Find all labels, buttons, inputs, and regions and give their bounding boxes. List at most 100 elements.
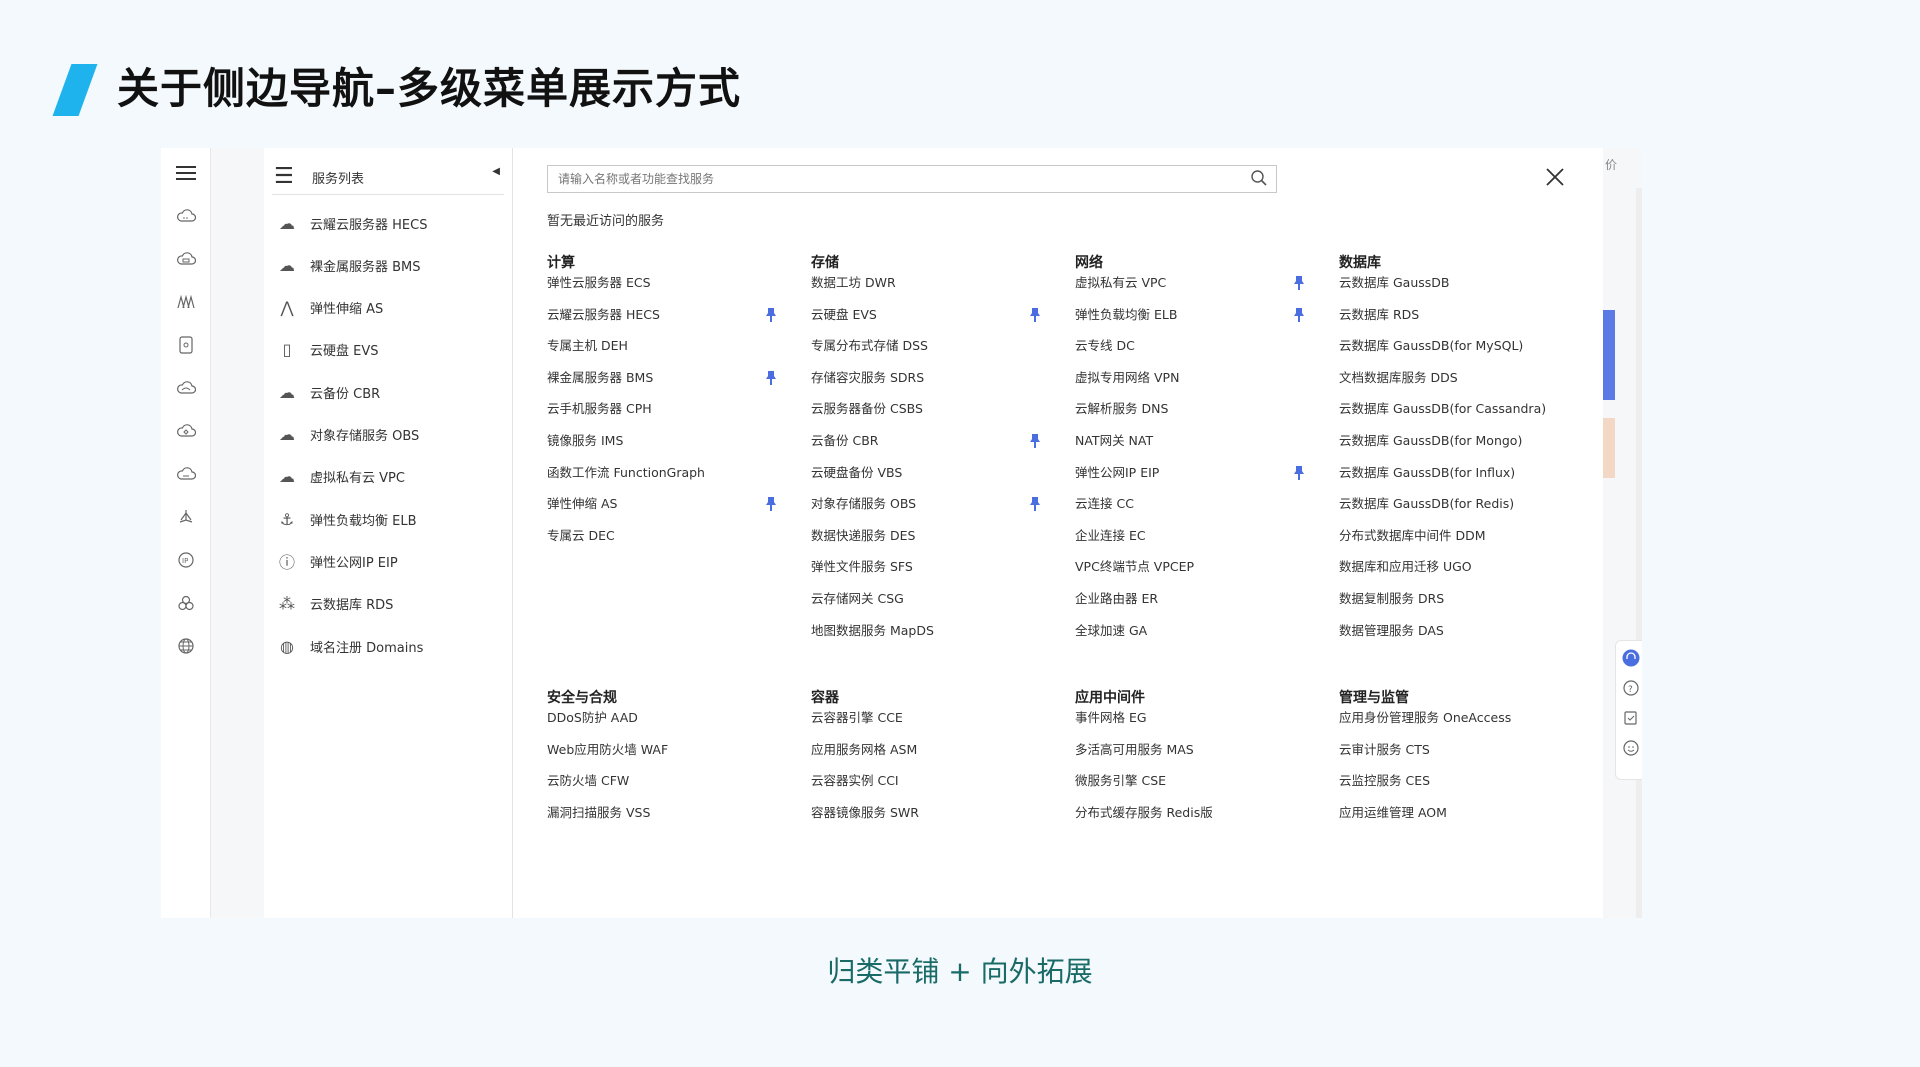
service-link[interactable]: 数据管理服务 DAS [1339,620,1547,652]
service-link[interactable]: 虚拟专用网络 VPN [1075,367,1320,399]
sidenav-item[interactable]: ☁ 云耀云服务器 HECS [272,208,504,238]
service-link[interactable]: 多活高可用服务 MAS [1075,739,1320,771]
service-link[interactable]: 裸金属服务器 BMS [547,367,792,399]
sidenav-item[interactable]: ☁ 云备份 CBR [272,377,504,407]
service-link[interactable]: 云数据库 GaussDB [1339,272,1547,304]
service-link[interactable]: 专属云 DEC [547,525,792,557]
service-link[interactable]: 云数据库 GaussDB(for Influx) [1339,462,1547,494]
service-link[interactable]: 数据快递服务 DES [811,525,1056,557]
globe-icon[interactable] [173,633,199,659]
service-link[interactable]: 云监控服务 CES [1339,770,1547,802]
service-link[interactable]: NAT网关 NAT [1075,430,1320,462]
service-link[interactable]: 应用服务网格 ASM [811,739,1056,771]
service-link[interactable]: 数据复制服务 DRS [1339,588,1547,620]
service-link[interactable]: 云防火墙 CFW [547,770,792,802]
smiley-icon[interactable] [1622,739,1640,757]
service-link[interactable]: 分布式缓存服务 Redis版 [1075,802,1320,834]
sidenav-item[interactable]: ▯ 云硬盘 EVS [272,335,504,365]
service-link[interactable]: VPC终端节点 VPCEP [1075,556,1320,588]
service-link[interactable]: 云连接 CC [1075,493,1320,525]
cloud-server-icon[interactable] [173,203,199,229]
service-link[interactable]: 弹性负载均衡 ELB [1075,304,1320,336]
sidenav-item[interactable]: ◍ 域名注册 Domains [272,631,504,661]
service-link[interactable]: 云备份 CBR [811,430,1056,462]
service-link[interactable]: 应用性能管理 APM [1339,833,1547,836]
service-link[interactable]: 应用身份管理服务 OneAccess [1339,707,1547,739]
service-link[interactable]: 弹性伸缩 AS [547,493,792,525]
service-link[interactable]: 云解析服务 DNS [1075,398,1320,430]
service-link[interactable]: 多云容器平台 MCP [811,833,1056,836]
service-link[interactable]: 云耀云服务器 HECS [547,304,792,336]
service-link[interactable]: 企业连接 EC [1075,525,1320,557]
storage-icon[interactable] [173,418,199,444]
service-link[interactable]: Web应用防火墙 WAF [547,739,792,771]
page-scrollbar[interactable] [1636,188,1642,918]
service-link[interactable]: 漏洞扫描服务 VSS [547,802,792,834]
service-link[interactable]: 专属主机 DEH [547,335,792,367]
backup-icon[interactable] [173,375,199,401]
help-icon[interactable]: ? [1622,679,1640,697]
sidenav-item[interactable]: ⋀ 弹性伸缩 AS [272,293,504,323]
service-link[interactable]: 专属分布式存储 DSS [811,335,1056,367]
service-link[interactable]: 分布式数据库中间件 DDM [1339,525,1547,557]
service-link[interactable]: 分布式缓存服务 Memcached版 [1075,833,1320,836]
service-link[interactable]: 全球加速 GA [1075,620,1320,652]
service-search[interactable] [547,165,1277,193]
service-link[interactable]: 企业路由器 ER [1075,588,1320,620]
service-link[interactable]: 函数工作流 FunctionGraph [547,462,792,494]
service-link[interactable]: 文档数据库服务 DDS [1339,367,1547,399]
collapse-triangle-icon[interactable]: ◀ [492,166,500,177]
sidenav-item[interactable]: ⚓ 弹性负载均衡 ELB [272,504,504,534]
service-link[interactable]: 弹性公网IP EIP [1075,462,1320,494]
service-link[interactable]: 云数据库 RDS [1339,304,1547,336]
sidenav-item[interactable]: ☁ 裸金属服务器 BMS [272,250,504,280]
vpc-icon[interactable] [173,461,199,487]
disk-icon[interactable] [173,332,199,358]
database-icon[interactable] [173,590,199,616]
service-link[interactable]: 云硬盘备份 VBS [811,462,1056,494]
service-link[interactable]: 云数据库 GaussDB(for MySQL) [1339,335,1547,367]
service-link[interactable]: 云手机服务器 CPH [547,398,792,430]
bare-metal-icon[interactable] [173,246,199,272]
service-link[interactable]: 云容器实例 CCI [811,770,1056,802]
sidenav-item[interactable]: ☁ 虚拟私有云 VPC [272,462,504,492]
menu-icon[interactable] [173,160,199,186]
sidenav-item[interactable]: ⁂ 云数据库 RDS [272,589,504,619]
service-link[interactable]: DDoS防护 AAD [547,707,792,739]
service-link[interactable]: 容器镜像服务 SWR [811,802,1056,834]
sidenav-item[interactable]: ☁ 对象存储服务 OBS [272,420,504,450]
service-link[interactable]: 应用运维管理 AOM [1339,802,1547,834]
menu-icon[interactable]: ☰ [274,164,294,189]
service-link[interactable]: 云容器引擎 CCE [811,707,1056,739]
sidenav-header[interactable]: ☰ 服务列表 ◀ [272,156,504,195]
service-link[interactable]: 数据库和应用迁移 UGO [1339,556,1547,588]
service-link[interactable]: 镜像服务 IMS [547,430,792,462]
service-link[interactable]: 企业主机安全 HSS [547,833,792,836]
eip-icon[interactable]: IP [173,547,199,573]
service-link[interactable]: 地图数据服务 MapDS [811,620,1056,652]
service-link[interactable]: 弹性云服务器 ECS [547,272,792,304]
customer-service-icon[interactable] [1622,649,1640,667]
service-link[interactable]: 事件网格 EG [1075,707,1320,739]
service-link[interactable]: 数据工坊 DWR [811,272,1056,304]
service-link[interactable]: 弹性文件服务 SFS [811,556,1056,588]
feedback-icon[interactable] [1622,709,1640,727]
service-link[interactable]: 虚拟私有云 VPC [1075,272,1320,304]
service-link[interactable]: 微服务引擎 CSE [1075,770,1320,802]
sidenav-item[interactable]: ⓘ 弹性公网IP EIP [272,546,504,576]
auto-scaling-icon[interactable] [173,289,199,315]
service-link[interactable]: 存储容灾服务 SDRS [811,367,1056,399]
service-link[interactable]: 云服务器备份 CSBS [811,398,1056,430]
service-link[interactable]: 云数据库 GaussDB(for Mongo) [1339,430,1547,462]
service-link[interactable]: 云数据库 GaussDB(for Redis) [1339,493,1547,525]
service-link[interactable]: 云审计服务 CTS [1339,739,1547,771]
close-icon[interactable] [1544,166,1566,188]
service-link[interactable]: 对象存储服务 OBS [811,493,1056,525]
service-link[interactable]: 云专线 DC [1075,335,1320,367]
service-link[interactable]: 云硬盘 EVS [811,304,1056,336]
service-link[interactable]: 云存储网关 CSG [811,588,1056,620]
load-balancer-icon[interactable] [173,504,199,530]
search-input[interactable] [556,166,1210,192]
service-link[interactable]: 云数据库 GaussDB(for Cassandra) [1339,398,1547,430]
search-icon[interactable] [1250,169,1268,187]
